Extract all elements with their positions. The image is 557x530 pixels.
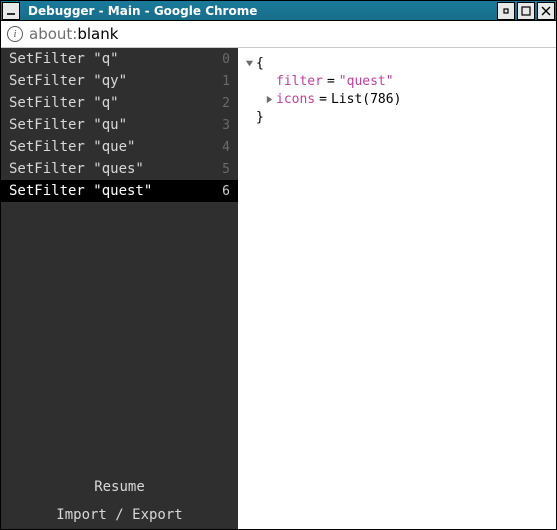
history-index: 3 bbox=[218, 118, 230, 133]
field-key: icons bbox=[276, 92, 315, 107]
history-label: SetFilter "que" bbox=[9, 139, 218, 155]
disclosure-triangle-right-icon[interactable] bbox=[262, 95, 276, 104]
window-maximize-button[interactable] bbox=[517, 2, 535, 20]
window-titlebar: Debugger - Main - Google Chrome bbox=[1, 1, 556, 21]
equals-sign: = bbox=[323, 74, 339, 89]
history-row[interactable]: SetFilter "q" 2 bbox=[1, 92, 238, 114]
window-minimize-button[interactable] bbox=[497, 2, 515, 20]
inspector-panel: { filter = "quest" icons = List(786) } bbox=[238, 48, 556, 529]
history-label: SetFilter "qu" bbox=[9, 117, 218, 133]
history-label: SetFilter "qy" bbox=[9, 73, 218, 89]
maximize-icon bbox=[521, 6, 531, 16]
minimize-icon bbox=[501, 6, 511, 16]
equals-sign: = bbox=[315, 92, 331, 107]
history-label: SetFilter "q" bbox=[9, 95, 218, 111]
import-export-button[interactable]: Import / Export bbox=[1, 501, 238, 529]
field-value: "quest" bbox=[339, 74, 394, 89]
history-row[interactable]: SetFilter "quest" 6 bbox=[1, 180, 238, 202]
history-index: 5 bbox=[218, 162, 230, 177]
history-row[interactable]: SetFilter "q" 0 bbox=[1, 48, 238, 70]
window-close-button[interactable] bbox=[537, 2, 555, 20]
history-row[interactable]: SetFilter "que" 4 bbox=[1, 136, 238, 158]
window-title: Debugger - Main - Google Chrome bbox=[24, 4, 496, 18]
object-open-line: { bbox=[242, 54, 552, 72]
window-minimize-button-left[interactable] bbox=[2, 2, 20, 20]
site-info-icon[interactable]: i bbox=[7, 26, 23, 42]
history-label: SetFilter "ques" bbox=[9, 161, 218, 177]
history-index: 1 bbox=[218, 74, 230, 89]
url-protocol: about: bbox=[29, 25, 77, 43]
close-icon bbox=[541, 6, 551, 16]
sidebar-actions: Resume Import / Export bbox=[1, 473, 238, 529]
history-index: 2 bbox=[218, 96, 230, 111]
object-field-icons[interactable]: icons = List(786) bbox=[242, 90, 552, 108]
field-value-prefix: List( bbox=[331, 92, 370, 107]
history-row[interactable]: SetFilter "ques" 5 bbox=[1, 158, 238, 180]
browser-window: Debugger - Main - Google Chrome i about:… bbox=[0, 0, 557, 530]
history-label: SetFilter "q" bbox=[9, 51, 218, 67]
close-brace: } bbox=[256, 110, 264, 125]
disclosure-triangle-down-icon[interactable] bbox=[242, 59, 256, 68]
history-row[interactable]: SetFilter "qy" 1 bbox=[1, 70, 238, 92]
field-value-suffix: ) bbox=[394, 92, 402, 107]
minimize-icon bbox=[6, 6, 16, 16]
open-brace: { bbox=[256, 56, 264, 71]
object-close-line: } bbox=[242, 108, 552, 126]
resume-button[interactable]: Resume bbox=[1, 473, 238, 501]
history-row[interactable]: SetFilter "qu" 3 bbox=[1, 114, 238, 136]
field-key: filter bbox=[276, 74, 323, 89]
history-label: SetFilter "quest" bbox=[9, 183, 218, 199]
url-path: blank bbox=[77, 25, 118, 43]
history-index: 0 bbox=[218, 52, 230, 67]
debugger-sidebar: SetFilter "q" 0 SetFilter "qy" 1 SetFilt… bbox=[1, 48, 238, 529]
object-field-filter[interactable]: filter = "quest" bbox=[242, 72, 552, 90]
field-value-number: 786 bbox=[370, 92, 393, 107]
history-index: 6 bbox=[218, 184, 230, 199]
action-history-list: SetFilter "q" 0 SetFilter "qy" 1 SetFilt… bbox=[1, 48, 238, 473]
content-area: SetFilter "q" 0 SetFilter "qy" 1 SetFilt… bbox=[1, 48, 556, 529]
history-index: 4 bbox=[218, 140, 230, 155]
address-bar[interactable]: i about:blank bbox=[1, 21, 556, 48]
